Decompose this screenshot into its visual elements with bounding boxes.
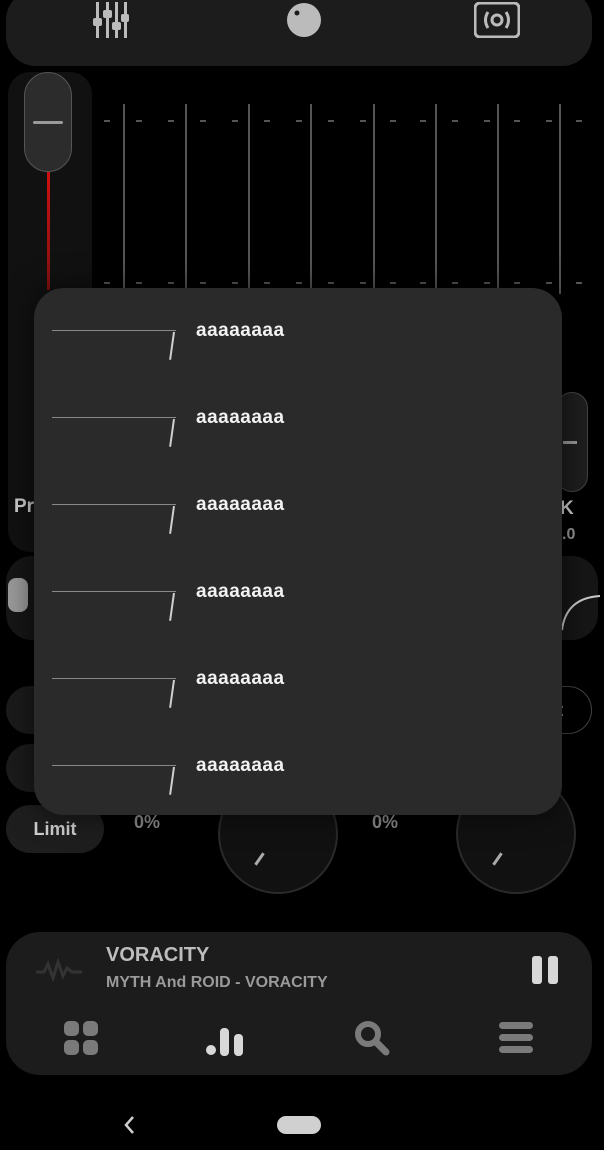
item-stroke: [169, 766, 175, 795]
item-line: [52, 591, 176, 592]
eq-grid-dash: [136, 282, 142, 284]
item-stroke: [169, 679, 175, 708]
eq-grid-dash: [420, 120, 426, 122]
menu-icon[interactable]: [496, 1018, 536, 1058]
pause-icon[interactable]: [532, 956, 560, 984]
eq-grid-dash: [136, 120, 142, 122]
eq-grid-dash: [328, 120, 334, 122]
eq-grid-dash: [264, 282, 270, 284]
eq-grid-dash: [546, 282, 552, 284]
preamp-label: Pr: [14, 496, 35, 517]
curve-indicator: [560, 590, 601, 640]
equalizer-sliders-icon[interactable]: [86, 0, 136, 40]
eq-grid-dash: [104, 282, 110, 284]
eq-grid-dash: [360, 282, 366, 284]
track-title: VORACITY: [106, 944, 210, 966]
eq-grid-dash: [484, 120, 490, 122]
dialog-item-label: aaaaaaaa: [196, 407, 285, 428]
eq-grid-dash: [104, 120, 110, 122]
right-band-value: .0: [562, 526, 576, 543]
eq-grid-dash: [200, 120, 206, 122]
preamp-slider-handle[interactable]: [24, 72, 72, 172]
back-icon[interactable]: [118, 1110, 142, 1140]
selection-dialog: aaaaaaaa aaaaaaaa aaaaaaaa aaaaaaaa aaaaaaaa…: [34, 288, 562, 815]
item-stroke: [169, 592, 175, 621]
eq-grid-dash: [200, 282, 206, 284]
dialog-item-label: aaaaaaaa: [196, 755, 285, 776]
dialog-item-label: aaaaaaaa: [196, 494, 285, 515]
eq-grid-dash: [514, 120, 520, 122]
item-line: [52, 330, 176, 331]
item-line: [52, 765, 176, 766]
item-stroke: [169, 505, 175, 534]
eq-grid-dash: [484, 282, 490, 284]
eq-band-line-8[interactable]: [559, 104, 561, 294]
track-artist: MYTH And ROID - VORACITY: [106, 974, 328, 991]
left-percent: 0%: [134, 812, 161, 832]
grid-icon[interactable]: [61, 1018, 101, 1058]
item-stroke: [169, 331, 175, 360]
eq-grid-dash: [576, 282, 582, 284]
dialog-item[interactable]: aaaaaaaa: [34, 549, 562, 621]
eq-grid-dash: [452, 282, 458, 284]
knob-icon[interactable]: [279, 0, 329, 40]
eq-band-line-1[interactable]: [123, 104, 125, 294]
waveform-icon: [36, 957, 82, 983]
item-line: [52, 678, 176, 679]
eq-grid-dash: [546, 120, 552, 122]
item-stroke: [169, 418, 175, 447]
eq-grid-dash: [264, 120, 270, 122]
eq-grid-dash: [296, 282, 302, 284]
eq-grid-dash: [514, 282, 520, 284]
home-pill[interactable]: [277, 1116, 321, 1134]
eq-grid-dash: [360, 120, 366, 122]
eq-grid-dash: [390, 120, 396, 122]
eq-grid-dash: [168, 120, 174, 122]
item-line: [52, 504, 176, 505]
eq-band-line-4[interactable]: [310, 104, 312, 294]
eq-grid-dash: [420, 282, 426, 284]
dialog-item[interactable]: aaaaaaaa: [34, 375, 562, 447]
dialog-item[interactable]: aaaaaaaa: [34, 288, 562, 360]
eq-grid-dash: [390, 282, 396, 284]
dialog-item[interactable]: aaaaaaaa: [34, 723, 562, 795]
eq-grid-dash: [452, 120, 458, 122]
dialog-item[interactable]: aaaaaaaa: [34, 636, 562, 708]
eq-band-line-7[interactable]: [497, 104, 499, 294]
eq-grid-dash: [576, 120, 582, 122]
dialog-item[interactable]: aaaaaaaa: [34, 462, 562, 534]
search-icon[interactable]: [352, 1018, 392, 1058]
effect-toggle-handle[interactable]: [8, 578, 28, 612]
item-line: [52, 417, 176, 418]
eq-grid-dash: [296, 120, 302, 122]
eq-grid-dash: [232, 120, 238, 122]
speaker-surround-icon[interactable]: [472, 0, 522, 40]
preamp-level-bar: [47, 172, 50, 290]
right-percent: 0%: [372, 812, 399, 832]
dialog-item-label: aaaaaaaa: [196, 668, 285, 689]
bars-chart-icon[interactable]: [206, 1018, 246, 1058]
dialog-item-label: aaaaaaaa: [196, 581, 285, 602]
eq-band-line-2[interactable]: [185, 104, 187, 294]
eq-band-line-5[interactable]: [373, 104, 375, 294]
eq-grid-dash: [232, 282, 238, 284]
eq-band-line-3[interactable]: [248, 104, 250, 294]
dialog-item-label: aaaaaaaa: [196, 320, 285, 341]
eq-band-line-6[interactable]: [435, 104, 437, 294]
eq-grid-dash: [328, 282, 334, 284]
right-band-label: K: [560, 498, 574, 519]
top-bar: [6, 0, 592, 66]
eq-grid-dash: [168, 282, 174, 284]
